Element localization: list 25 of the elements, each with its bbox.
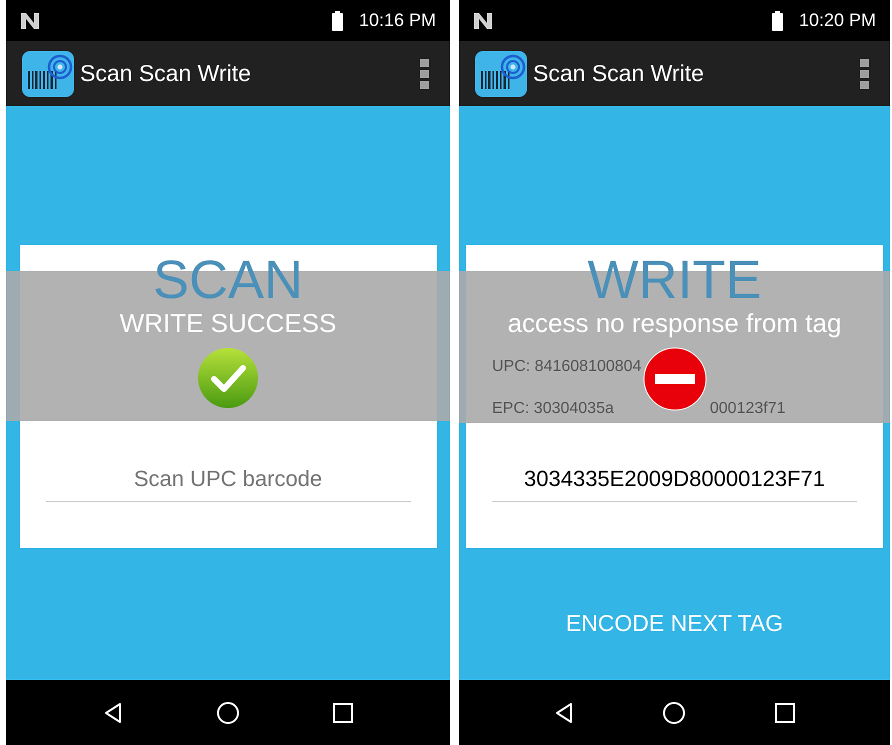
recent-apps-icon[interactable] (772, 700, 797, 724)
app-logo-icon (22, 50, 74, 96)
battery-icon (772, 10, 783, 30)
battery-icon (332, 10, 343, 30)
toast-text: access no response from tag (508, 307, 842, 340)
no-entry-icon (642, 346, 706, 411)
more-options-icon[interactable] (418, 58, 430, 88)
notification-icon (20, 12, 40, 30)
more-options-icon[interactable] (858, 58, 870, 88)
checkmark-icon (197, 346, 259, 409)
app-title: Scan Scan Write (80, 59, 252, 88)
status-time: 10:16 PM (358, 9, 436, 32)
app-title: Scan Scan Write (533, 59, 705, 88)
info-text: UPC: 841608100804 (492, 357, 642, 377)
notification-icon (473, 12, 493, 30)
home-icon[interactable] (662, 700, 686, 724)
app-logo-icon (475, 50, 527, 96)
input-field[interactable]: Scan UPC barcode (46, 458, 410, 502)
input-field[interactable]: 3034335E2009D80000123F71 (492, 458, 857, 502)
toast-text: WRITE SUCCESS (120, 307, 336, 340)
status-time: 10:20 PM (798, 9, 876, 32)
info-text: 000123f71 (710, 399, 786, 419)
recent-apps-icon[interactable] (330, 700, 355, 724)
home-icon[interactable] (216, 700, 240, 724)
info-text: EPC: 30304035a (492, 399, 614, 419)
